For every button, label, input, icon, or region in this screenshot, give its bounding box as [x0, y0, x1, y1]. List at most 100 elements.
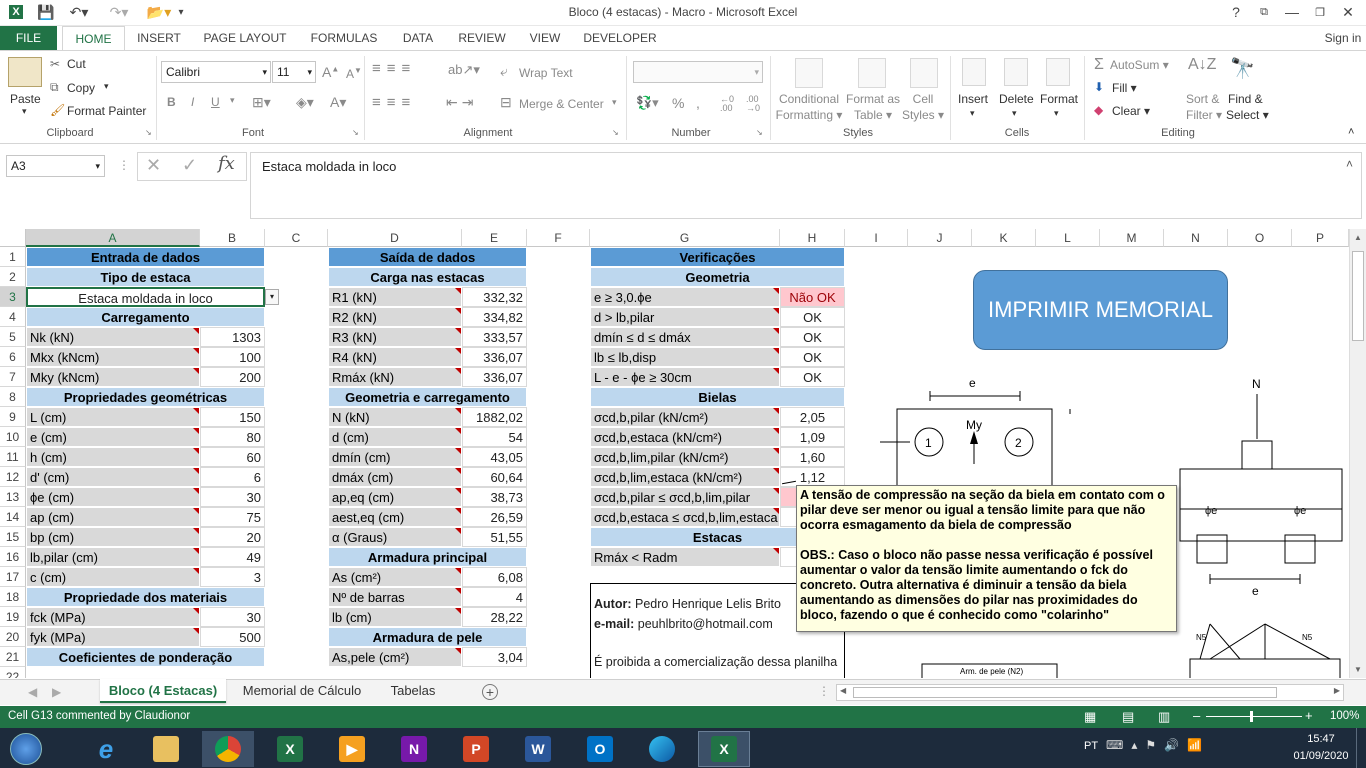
tab-home[interactable]: HOME [62, 26, 125, 50]
row-header-2[interactable]: 2 [0, 267, 26, 287]
check-label[interactable]: σcd,b,estaca ≤ σcd,b,lim,estaca [590, 507, 780, 527]
horizontal-scroll-thumb[interactable] [853, 687, 1277, 698]
output-label[interactable]: As (cm²) [328, 567, 462, 587]
restore-icon[interactable]: ❐ [1310, 3, 1330, 21]
chrome-icon[interactable] [202, 731, 254, 767]
output-label[interactable]: R3 (kN) [328, 327, 462, 347]
output-label[interactable]: lb (cm) [328, 607, 462, 627]
column-header-c[interactable]: C [265, 229, 328, 247]
row-header-7[interactable]: 7 [0, 367, 26, 387]
input-value[interactable]: 30 [200, 487, 265, 507]
horizontal-scrollbar[interactable]: ◀ ▶ [836, 684, 1344, 701]
input-label[interactable]: lb,pilar (cm) [26, 547, 200, 567]
output-label[interactable]: Nº de barras [328, 587, 462, 607]
check-label[interactable]: σcd,b,lim,estaca (kN/cm²) [590, 467, 780, 487]
horizontal-align-icons[interactable]: ≡≡≡ [372, 94, 416, 111]
row-header-14[interactable]: 14 [0, 507, 26, 527]
coeficientes-label[interactable]: Coeficientes de ponderação [26, 647, 265, 667]
output-label[interactable]: N (kN) [328, 407, 462, 427]
input-label[interactable]: Mkx (kNcm) [26, 347, 200, 367]
input-label[interactable]: e (cm) [26, 427, 200, 447]
check-result[interactable]: Não OK [780, 287, 845, 307]
input-value[interactable]: 3 [200, 567, 265, 587]
paste-icon[interactable] [8, 57, 42, 87]
prev-sheet-icon[interactable]: ◀ [28, 685, 37, 699]
output-value[interactable]: 28,22 [462, 607, 527, 627]
check-result[interactable]: OK [780, 347, 845, 367]
input-value[interactable]: 60 [200, 447, 265, 467]
row-header-21[interactable]: 21 [0, 647, 26, 667]
shrink-font-icon[interactable]: A▼ [346, 66, 362, 81]
output-label[interactable]: α (Graus) [328, 527, 462, 547]
output-label[interactable]: As,pele (cm²) [328, 647, 462, 667]
geometria-check-label[interactable]: Geometria [590, 267, 845, 287]
check-result[interactable]: 1,12 [780, 467, 845, 487]
input-label[interactable]: c (cm) [26, 567, 200, 587]
sign-in-link[interactable]: Sign in [1320, 26, 1366, 50]
input-label[interactable]: Nk (kN) [26, 327, 200, 347]
page-layout-view-icon[interactable]: ▤ [1122, 709, 1134, 725]
clipboard-launcher-icon[interactable]: ↘ [145, 128, 152, 137]
media-player-icon[interactable]: ▶ [326, 731, 378, 767]
input-value[interactable]: 6 [200, 467, 265, 487]
row-header-4[interactable]: 4 [0, 307, 26, 327]
wrap-text-button[interactable]: Wrap Text [519, 66, 573, 80]
armadura-principal-label[interactable]: Armadura principal [328, 547, 527, 567]
format-as-table-button[interactable]: Format as [846, 92, 900, 106]
insert-dropdown-icon[interactable]: ▾ [970, 108, 975, 119]
row-header-22[interactable]: 22 [0, 667, 26, 678]
tray-icons[interactable]: ⌨▴⚑🔊📶 [1106, 738, 1210, 752]
row-header-3[interactable]: 3 [0, 287, 26, 307]
paste-button[interactable]: Paste [10, 92, 41, 106]
check-label[interactable]: lb ≤ lb,disp [590, 347, 780, 367]
merge-dropdown-icon[interactable]: ▾ [612, 97, 617, 108]
output-value[interactable]: 26,59 [462, 507, 527, 527]
comma-style-icon[interactable]: , [696, 95, 700, 111]
check-label[interactable]: σcd,b,pilar ≤ σcd,b,lim,pilar [590, 487, 780, 507]
output-label[interactable]: d (cm) [328, 427, 462, 447]
sheet-tab-memorial[interactable]: Memorial de Cálculo [232, 679, 372, 703]
tipo-estaca-label[interactable]: Tipo de estaca [26, 267, 265, 287]
currency-icon[interactable]: 💱▾ [636, 95, 659, 111]
show-desktop-button[interactable] [1356, 728, 1366, 768]
check-label[interactable]: e ≥ 3,0.ϕe [590, 287, 780, 307]
check-label[interactable]: Rmáx < Radm [590, 547, 780, 567]
increase-decimal-icon[interactable]: ←0.00 [720, 95, 734, 113]
tab-developer[interactable]: DEVELOPER [580, 26, 660, 50]
font-launcher-icon[interactable]: ↘ [352, 128, 359, 137]
sort-filter-button[interactable]: Sort & [1186, 92, 1219, 106]
tab-insert[interactable]: INSERT [130, 26, 188, 50]
format-button[interactable]: Format [1040, 92, 1078, 106]
entrada-header[interactable]: Entrada de dados [26, 247, 265, 267]
carga-estacas-label[interactable]: Carga nas estacas [328, 267, 527, 287]
imprimir-memorial-button[interactable]: IMPRIMIR MEMORIAL [973, 270, 1228, 350]
autosum-button[interactable]: AutoSum ▾ [1110, 58, 1169, 72]
vertical-scroll-thumb[interactable] [1352, 251, 1364, 341]
row-header-20[interactable]: 20 [0, 627, 26, 647]
zoom-level[interactable]: 100% [1330, 710, 1359, 722]
check-result[interactable]: OK [780, 327, 845, 347]
output-label[interactable]: dmín (cm) [328, 447, 462, 467]
select-all-corner[interactable] [0, 229, 26, 247]
zoom-slider-handle[interactable] [1250, 711, 1253, 722]
row-header-5[interactable]: 5 [0, 327, 26, 347]
formula-input[interactable] [250, 152, 1362, 219]
input-value[interactable]: 100 [200, 347, 265, 367]
column-header-k[interactable]: K [972, 229, 1036, 247]
output-value[interactable]: 4 [462, 587, 527, 607]
cut-button[interactable]: Cut [67, 57, 86, 71]
input-value[interactable]: 20 [200, 527, 265, 547]
delete-dropdown-icon[interactable]: ▾ [1012, 108, 1017, 119]
check-label[interactable]: dmín ≤ d ≤ dmáx [590, 327, 780, 347]
check-result[interactable]: 1,60 [780, 447, 845, 467]
indent-icons[interactable]: ⇤⇥ [446, 94, 477, 111]
row-header-15[interactable]: 15 [0, 527, 26, 547]
decrease-decimal-icon[interactable]: .00 →0 [746, 95, 760, 113]
percent-button[interactable]: % [672, 95, 684, 111]
internet-explorer-icon[interactable]: e [80, 731, 132, 767]
input-value[interactable]: 30 [200, 607, 265, 627]
output-value[interactable]: 51,55 [462, 527, 527, 547]
format-painter-button[interactable]: Format Painter [67, 104, 146, 118]
column-header-n[interactable]: N [1164, 229, 1228, 247]
cancel-entry-icon[interactable]: ✕ [146, 155, 161, 176]
